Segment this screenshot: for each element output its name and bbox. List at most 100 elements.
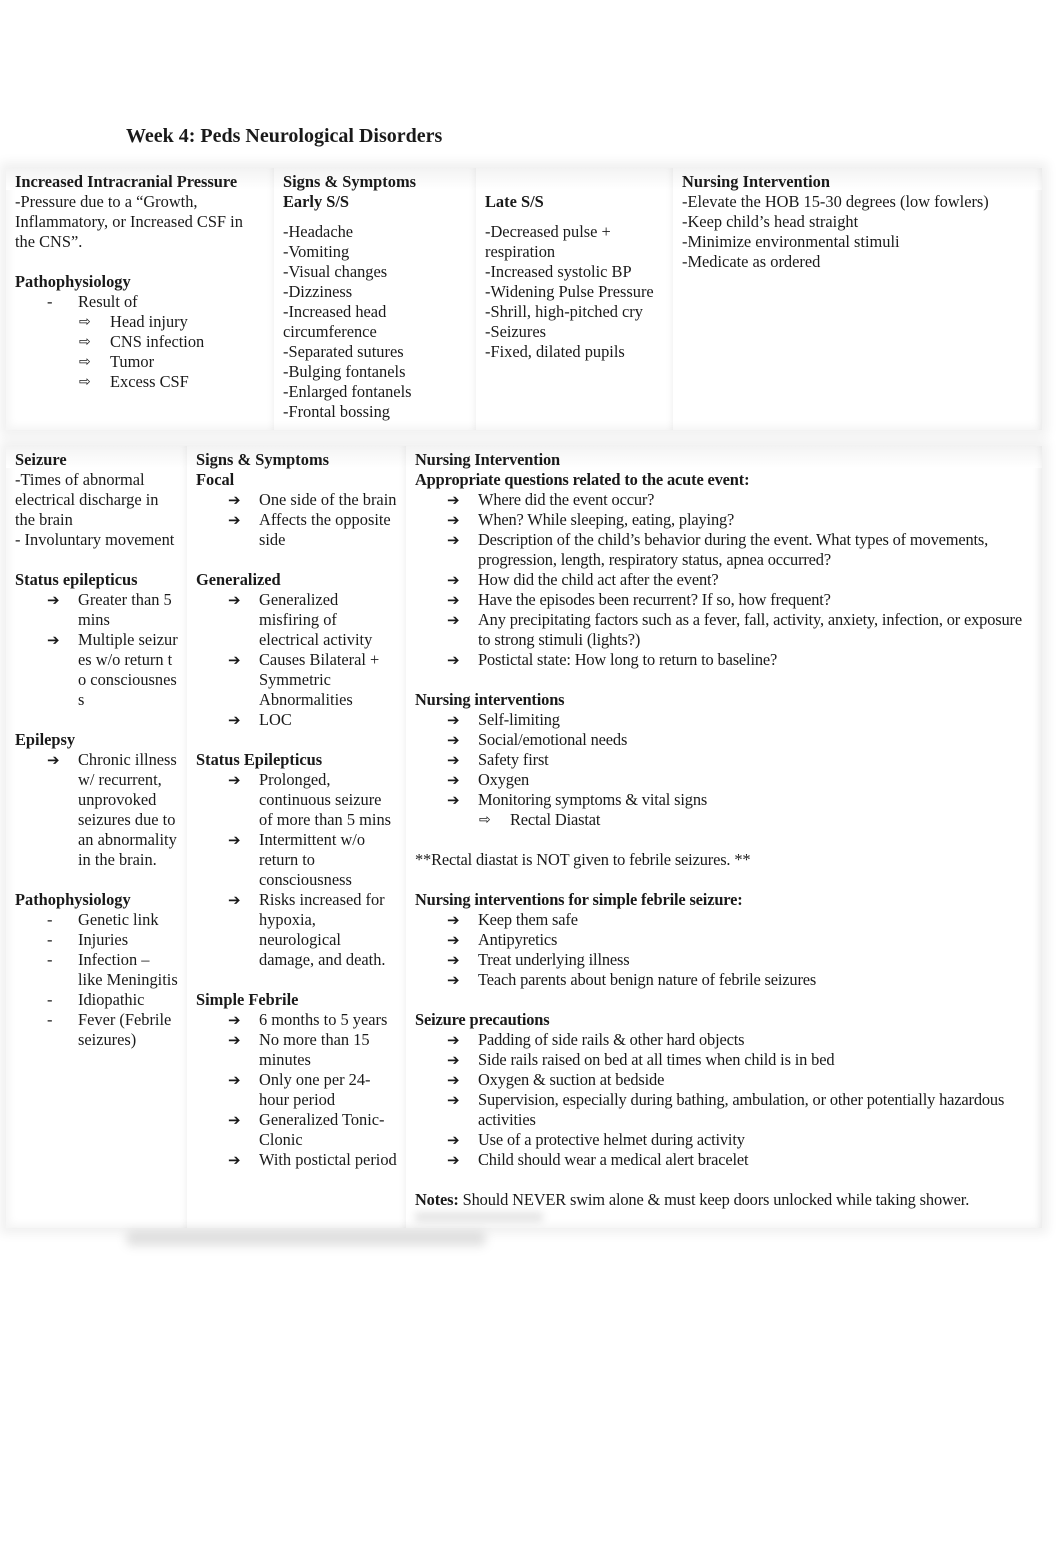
seizure-definition-column: Seizure -Times of abnormal electrical di… <box>6 446 187 1228</box>
seizure-definition: - Involuntary movement <box>15 530 175 549</box>
list-item: -Enlarged fontanels <box>283 382 412 401</box>
arrow-icon: ➔ <box>447 931 460 949</box>
arrow-icon: ➔ <box>228 1151 241 1169</box>
arrow-icon: ➔ <box>447 1031 460 1049</box>
questions-list: ➔ Where did the event occur? ➔ When? While… <box>415 490 1033 670</box>
list-item: -Separated sutures <box>283 342 404 361</box>
list-item: ➔ Description of the child’s behavior dur… <box>447 530 989 569</box>
list-item: ➔ Prolonged, continuous seizure of more t… <box>228 770 392 829</box>
list-item: ➔ Supervision, especially during bathing,… <box>447 1090 1005 1129</box>
arrow-icon: ➔ <box>447 571 460 589</box>
list-item: ➔ Only one per 24-hour period <box>228 1070 371 1109</box>
arrow-icon: ➔ <box>447 1071 460 1089</box>
arrow-icon: ➔ <box>447 651 460 669</box>
arrow-icon: ➔ <box>447 731 460 749</box>
arrow-icon: ➔ <box>47 591 60 609</box>
list-item: ➔ Generalized misfiring of electrical act… <box>228 590 373 649</box>
list-item: ⇨ Head injury <box>79 312 188 331</box>
list-item: -Bulging fontanels <box>283 362 406 381</box>
precautions-heading: Seizure precautions <box>415 1010 550 1029</box>
hollow-arrow-icon: ⇨ <box>79 314 91 330</box>
list-item: -Dizziness <box>283 282 353 301</box>
list-item: -Headache <box>283 222 354 241</box>
arrow-icon: ➔ <box>228 591 241 609</box>
list-item: - Result of <box>47 292 138 311</box>
dash-icon: - <box>47 1010 53 1029</box>
seizure-table: Seizure -Times of abnormal electrical di… <box>6 446 1042 1228</box>
blurred-footer-text <box>414 1212 544 1222</box>
list-item: ➔ Where did the event occur? <box>447 490 655 509</box>
list-item: ➔ Antipyretics <box>447 930 558 949</box>
list-item: ➔ When? While sleeping, eating, playing? <box>447 510 735 529</box>
icp-ss-heading: Signs & Symptoms <box>283 172 416 191</box>
interventions-heading: Nursing interventions <box>415 690 565 709</box>
arrow-icon: ➔ <box>447 1151 460 1169</box>
list-item: ➔ Monitoring symptoms & vital signs <box>447 790 708 809</box>
list-item: ➔ Chronic illness w/ recurrent, unprovoke… <box>47 750 177 869</box>
febrile-list: ➔ 6 months to 5 years ➔ No more than 15 mi… <box>196 1010 397 1170</box>
list-item: ➔ Use of a protective helmet during activ… <box>447 1130 745 1149</box>
list-item: ➔ Postictal state: How long to return to … <box>447 650 778 669</box>
list-item: ➔ Oxygen <box>447 770 529 789</box>
focal-list: ➔ One side of the brain ➔ Affects the oppo… <box>196 490 397 550</box>
list-item: -Decreased pulse + respiration <box>485 222 611 261</box>
arrow-icon: ➔ <box>228 651 241 669</box>
list-item: -Increased systolic BP <box>485 262 632 281</box>
list-item: ➔ Treat underlying illness <box>447 950 630 969</box>
seizure-intervention-column: Nursing Intervention Appropriate questio… <box>406 446 1042 1228</box>
arrow-icon: ➔ <box>228 891 241 909</box>
status-list: ➔ Greater than 5 mins ➔ Multiple seizures … <box>15 590 178 710</box>
list-item: -Minimize environmental stimuli <box>682 232 900 251</box>
icp-ni-heading: Nursing Intervention <box>682 172 830 191</box>
arrow-icon: ➔ <box>447 531 460 549</box>
icp-heading: Increased Intracranial Pressure <box>15 172 238 191</box>
hollow-arrow-icon: ⇨ <box>479 812 491 828</box>
list-item: ➔ Generalized Tonic-Clonic <box>228 1110 385 1149</box>
list-item: ➔ One side of the brain <box>228 490 397 509</box>
notes-text: Should NEVER swim alone & must keep door… <box>458 1190 970 1209</box>
arrow-icon: ➔ <box>228 1011 241 1029</box>
arrow-icon: ➔ <box>447 1051 460 1069</box>
icp-late-column: Late S/S -Decreased pulse + respiration … <box>476 168 673 430</box>
generalized-list: ➔ Generalized misfiring of electrical act… <box>196 590 397 730</box>
arrow-icon: ➔ <box>228 831 241 849</box>
icp-definition-column: Increased Intracranial Pressure -Pressur… <box>6 168 274 430</box>
list-item: ➔ Child should wear a medical alert brace… <box>447 1150 749 1169</box>
list-item: ➔ Any precipitating factors such as a fev… <box>447 610 1022 649</box>
arrow-icon: ➔ <box>447 911 460 929</box>
list-item: ➔ With postictal period <box>228 1150 397 1169</box>
precautions-list: ➔ Padding of side rails & other hard obje… <box>415 1030 1033 1170</box>
list-item: ➔ Causes Bilateral + Symmetric Abnormalit… <box>228 650 380 709</box>
list-item: ⇨ Tumor <box>79 352 155 371</box>
list-item: -Keep child’s head straight <box>682 212 859 231</box>
late-ss-heading: Late S/S <box>485 192 544 211</box>
list-item: ➔ Greater than 5 mins <box>47 590 172 629</box>
list-item: -Elevate the HOB 15-30 degrees (low fowl… <box>682 192 989 211</box>
dash-icon: - <box>47 292 53 311</box>
list-item: ➔ How did the child act after the event? <box>447 570 719 589</box>
list-item: ➔ Side rails raised on bed at all times w… <box>447 1050 835 1069</box>
arrow-icon: ➔ <box>447 971 460 989</box>
list-item: ➔ Intermittent w/o return to consciousnes… <box>228 830 366 889</box>
arrow-icon: ➔ <box>447 611 460 629</box>
list-item: -Seizures <box>485 322 546 341</box>
arrow-icon: ➔ <box>228 771 241 789</box>
interventions-sublist: ⇨ Rectal Diastat <box>415 810 1033 830</box>
list-item: ➔ Oxygen & suction at bedside <box>447 1070 665 1089</box>
dash-icon: - <box>47 950 53 969</box>
seizure-definition: -Times of abnormal electrical discharge … <box>15 470 159 529</box>
list-item: -Increased head circumference <box>283 302 387 341</box>
list-item: ➔ LOC <box>228 710 292 729</box>
blurred-footer-text <box>126 1232 486 1246</box>
generalized-heading: Generalized <box>196 570 281 589</box>
rectal-diastat-note: **Rectal diastat is NOT given to febrile… <box>415 850 751 869</box>
status-ss-heading: Status Epilepticus <box>196 750 323 769</box>
list-item: ➔ Safety first <box>447 750 549 769</box>
list-item: -Vomiting <box>283 242 350 261</box>
list-item: -Widening Pulse Pressure <box>485 282 654 301</box>
icp-patho-sublist: ⇨ Head injury ⇨ CNS infection ⇨ Tumor ⇨ Exce… <box>15 312 265 392</box>
list-item: -Medicate as ordered <box>682 252 821 271</box>
arrow-icon: ➔ <box>447 771 460 789</box>
arrow-icon: ➔ <box>47 751 60 769</box>
hollow-arrow-icon: ⇨ <box>79 334 91 350</box>
